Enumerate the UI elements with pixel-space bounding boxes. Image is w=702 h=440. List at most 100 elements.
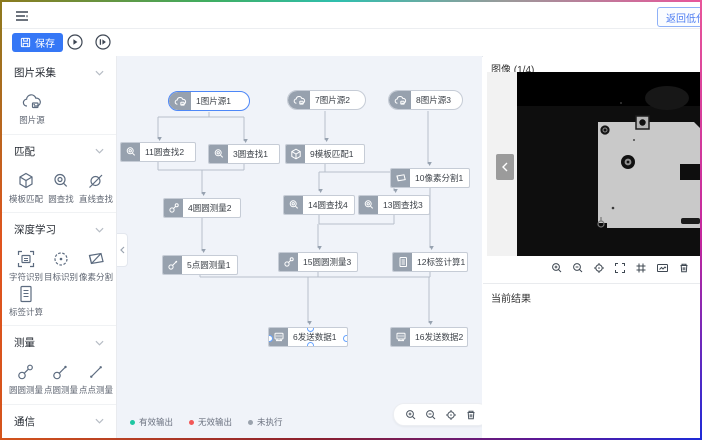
chevron-down-icon bbox=[95, 227, 104, 233]
section-header-deep-learning[interactable]: 深度学习 bbox=[2, 218, 116, 239]
item-label: 圆圆测量 bbox=[9, 386, 43, 395]
fit-view-icon[interactable] bbox=[445, 409, 457, 421]
node-circle-find-2[interactable]: 11圆查找2 bbox=[120, 142, 196, 162]
sidebar-section-deep-learning: 深度学习 字符识别 目标识别 bbox=[2, 213, 116, 326]
point-point-icon bbox=[86, 362, 106, 382]
circle-search-icon bbox=[51, 171, 71, 191]
item-label: 标签计算 bbox=[9, 308, 43, 317]
item-label: 字符识别 bbox=[9, 273, 43, 282]
panel-divider bbox=[483, 283, 700, 284]
flow-canvas[interactable]: 1图片源1 7图片源2 8图片源3 11圆查找2 3圆查找1 bbox=[117, 56, 482, 438]
node-label: 15圆圆测量3 bbox=[298, 256, 356, 268]
toolbar: 保存 bbox=[2, 29, 700, 57]
save-button[interactable]: 保存 bbox=[12, 33, 63, 52]
sidebar-item-image-source[interactable]: 图片源 bbox=[15, 92, 49, 125]
sidebar-item-label-calculation[interactable]: 标签计算 bbox=[9, 284, 43, 317]
sidebar-collapse-handle[interactable] bbox=[117, 233, 128, 267]
sidebar-item-object-recognition[interactable]: 目标识别 bbox=[44, 249, 78, 282]
node-image-source-1[interactable]: 1图片源1 bbox=[168, 91, 250, 111]
node-label: 9模板匹配1 bbox=[305, 148, 358, 160]
chevron-down-icon bbox=[95, 70, 104, 76]
sidebar-section-measurement: 测量 圆圆测量 点圆测量 bbox=[2, 326, 116, 405]
node-label: 5点圆测量1 bbox=[182, 259, 235, 271]
menu-icon[interactable] bbox=[14, 8, 30, 24]
item-label: 图片源 bbox=[19, 116, 45, 125]
cube-icon bbox=[286, 145, 305, 163]
point-circle-icon bbox=[163, 256, 182, 274]
chevron-down-icon bbox=[95, 418, 104, 424]
sidebar-item-point-point-measure[interactable]: 点点测量 bbox=[79, 362, 113, 395]
save-button-label: 保存 bbox=[35, 35, 55, 50]
section-title: 匹配 bbox=[14, 144, 35, 159]
sidebar-item-point-circle-measure[interactable]: 点圆测量 bbox=[44, 362, 78, 395]
cloud-image-icon bbox=[389, 91, 411, 109]
delete-icon[interactable] bbox=[465, 409, 477, 421]
chevron-down-icon bbox=[95, 148, 104, 154]
status-legend: 有效输出 无效输出 未执行 bbox=[130, 416, 283, 428]
back-to-lowcode-button[interactable]: 返回低代 bbox=[657, 7, 702, 27]
cube-icon bbox=[16, 171, 36, 191]
zoom-out-icon[interactable] bbox=[425, 409, 437, 421]
sidebar-item-circle-find[interactable]: 圆查找 bbox=[44, 171, 78, 204]
node-label-calculation-1[interactable]: 12标签计算1 bbox=[392, 252, 468, 272]
section-header-image-capture[interactable]: 图片采集 bbox=[2, 61, 116, 82]
chevron-left-icon bbox=[120, 246, 125, 254]
chevron-down-icon bbox=[95, 340, 104, 346]
sidebar-item-template-match[interactable]: 模板匹配 bbox=[9, 171, 43, 204]
zoom-in-icon[interactable] bbox=[405, 409, 417, 421]
selection-handle-right[interactable] bbox=[343, 335, 348, 342]
sidebar-item-circle-circle-measure[interactable]: 圆圆测量 bbox=[9, 362, 43, 395]
node-label: 3圆查找1 bbox=[228, 148, 273, 160]
node-circle-find-3[interactable]: 13圆查找3 bbox=[358, 195, 430, 215]
node-circle-find-1[interactable]: 3圆查找1 bbox=[208, 144, 280, 164]
result-panel: 图像 (1/4) bbox=[483, 56, 700, 438]
zoom-out-icon[interactable] bbox=[572, 262, 584, 274]
zoom-in-icon[interactable] bbox=[551, 262, 563, 274]
sidebar-item-char-recognition[interactable]: 字符识别 bbox=[9, 249, 43, 282]
step-run-button[interactable] bbox=[94, 33, 112, 51]
node-image-source-3[interactable]: 8图片源3 bbox=[388, 90, 463, 110]
point-circle-icon bbox=[51, 362, 71, 382]
sidebar-item-pixel-segmentation[interactable]: 像素分割 bbox=[79, 249, 113, 282]
selection-handle-bottom[interactable] bbox=[307, 342, 314, 347]
section-header-matching[interactable]: 匹配 bbox=[2, 140, 116, 161]
node-send-data-2[interactable]: 16发送数据2 bbox=[390, 327, 468, 347]
cloud-image-icon bbox=[169, 92, 191, 110]
node-label: 4圆圆测量2 bbox=[183, 202, 236, 214]
circle-circle-icon bbox=[164, 199, 183, 217]
node-point-circle-measure-1[interactable]: 5点圆测量1 bbox=[162, 255, 238, 275]
node-pixel-segmentation-1[interactable]: 10像素分割1 bbox=[390, 168, 470, 188]
circle-search-icon bbox=[209, 145, 228, 163]
node-template-match-1[interactable]: 9模板匹配1 bbox=[285, 144, 365, 164]
sidebar-item-line-find[interactable]: 直线查找 bbox=[79, 171, 113, 204]
label-doc-icon bbox=[16, 284, 36, 304]
fit-image-icon[interactable] bbox=[656, 262, 669, 274]
sidebar-section-image-capture: 图片采集 图片源 bbox=[2, 56, 116, 135]
circle-circle-icon bbox=[279, 253, 298, 271]
fullscreen-icon[interactable] bbox=[614, 262, 626, 274]
node-edges bbox=[117, 56, 482, 438]
node-send-data-1[interactable]: 6发送数据1 bbox=[268, 327, 348, 347]
section-header-communication[interactable]: 通信 bbox=[2, 410, 116, 431]
node-circle-circle-measure-2[interactable]: 4圆圆测量2 bbox=[163, 198, 241, 218]
grid-icon[interactable] bbox=[635, 262, 647, 274]
section-title: 深度学习 bbox=[14, 222, 56, 237]
item-label: 目标识别 bbox=[44, 273, 78, 282]
segment-box-icon bbox=[86, 249, 106, 269]
node-label: 1图片源1 bbox=[191, 95, 236, 107]
delete-icon[interactable] bbox=[678, 262, 690, 274]
node-circle-find-4[interactable]: 14圆查找4 bbox=[283, 195, 355, 215]
node-image-source-2[interactable]: 7图片源2 bbox=[287, 90, 366, 110]
tool-sidebar: 图片采集 图片源 匹配 bbox=[2, 56, 117, 438]
locate-icon[interactable] bbox=[593, 262, 605, 274]
viewer-toolbar bbox=[551, 262, 690, 274]
image-prev-button[interactable] bbox=[496, 154, 514, 180]
legend-valid-output: 有效输出 bbox=[130, 416, 173, 428]
run-button[interactable] bbox=[66, 33, 84, 51]
circle-circle-icon bbox=[16, 362, 36, 382]
segment-box-icon bbox=[391, 169, 410, 187]
section-header-measurement[interactable]: 测量 bbox=[2, 331, 116, 352]
red-dot bbox=[189, 420, 194, 425]
node-circle-circle-measure-3[interactable]: 15圆圆测量3 bbox=[278, 252, 358, 272]
item-label: 直线查找 bbox=[79, 195, 113, 204]
